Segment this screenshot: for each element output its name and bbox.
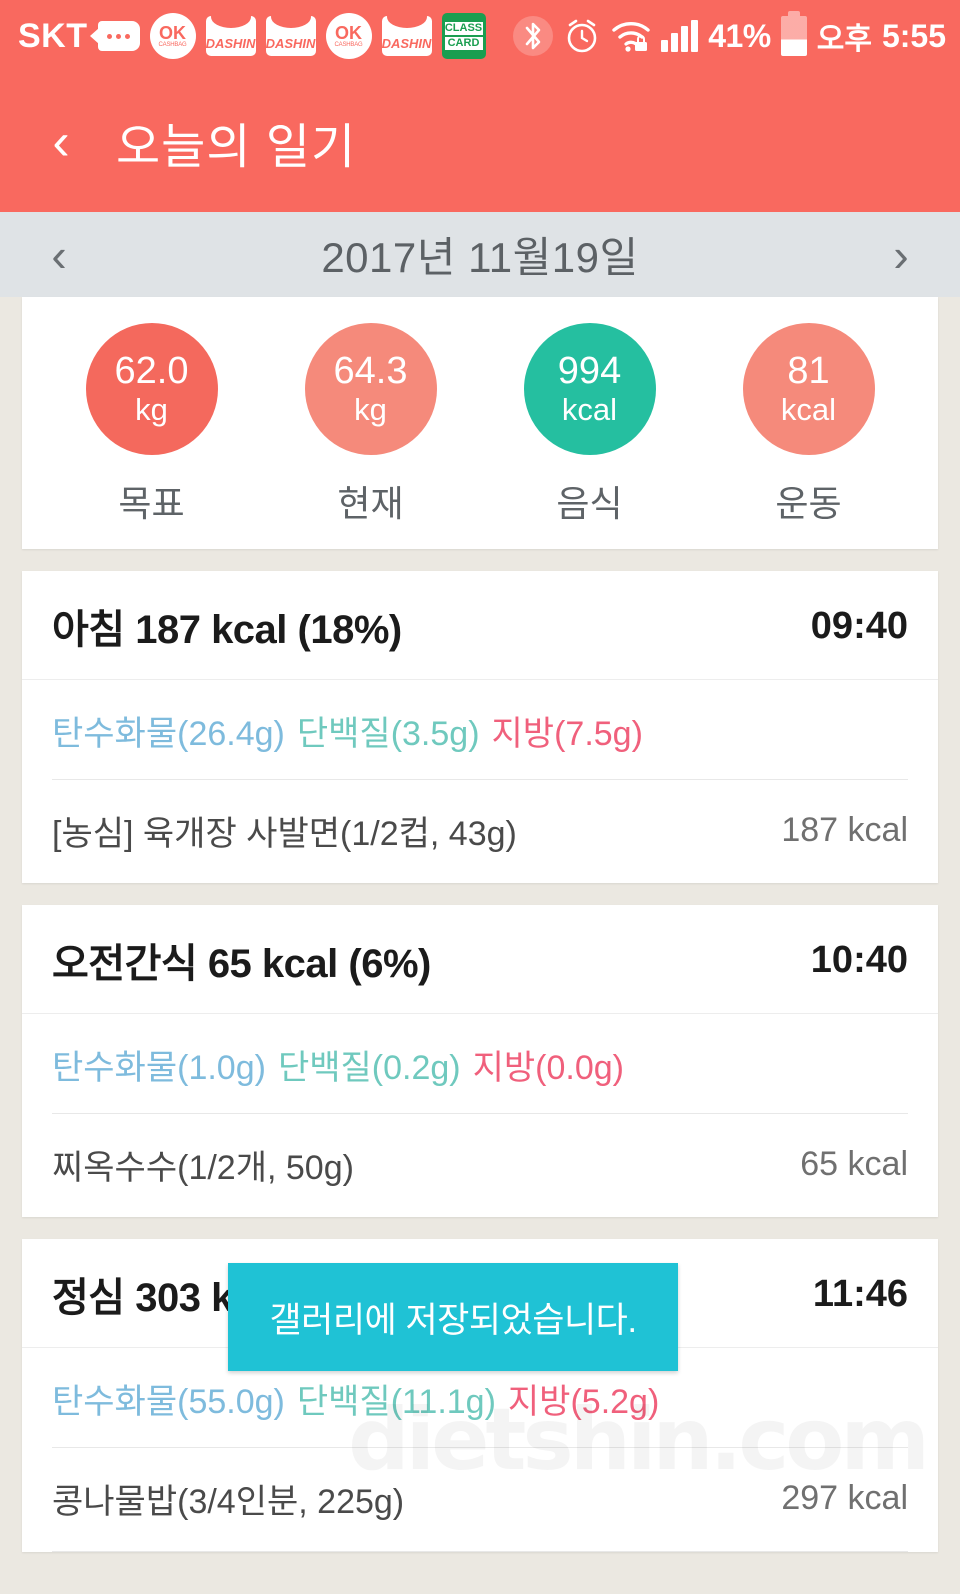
macro-carbohydrate: 탄수화물(55.0g) (52, 1383, 285, 1421)
goal-weight-bubble: 62.0 kg (85, 323, 218, 455)
food-item-name: [농심] 육개장 사발면(1/2컵, 43g) (52, 815, 517, 853)
food-item-name: 찌옥수수(1/2개, 50g) (52, 1149, 354, 1187)
goal-weight-label: 목표 (118, 483, 185, 524)
ok-cashbag-icon-small: CASHBAG (334, 42, 363, 48)
cellular-signal-icon (661, 20, 699, 52)
exercise-calories-unit: kcal (780, 391, 837, 427)
macro-summary: 탄수화물(26.4g) 단백질(3.5g) 지방(7.5g) (22, 680, 938, 779)
clock-ampm-label: 오후 (816, 23, 872, 56)
macro-protein: 단백질(3.5g) (296, 715, 480, 753)
message-icon (97, 21, 140, 51)
meal-card[interactable]: 오전간식 65 kcal (6%) 10:40 탄수화물(1.0g) 단백질(0.… (22, 905, 938, 1217)
macro-protein: 단백질(0.2g) (277, 1049, 461, 1087)
date-navigation-bar: ‹ 2017년 11월19일 › (0, 212, 960, 297)
class-card-line2: CARD (444, 37, 483, 50)
carrier-label: SKT (18, 17, 88, 55)
back-button[interactable]: ‹ (26, 116, 96, 168)
alarm-clock-icon (563, 17, 601, 55)
dashin-icon: DASHIN (205, 16, 256, 56)
summary-stat-goal-weight[interactable]: 62.0 kg 목표 (57, 323, 247, 527)
macro-carbohydrate: 탄수화물(26.4g) (52, 715, 285, 753)
current-date-label[interactable]: 2017년 11월19일 (321, 224, 638, 285)
dashin-icon: DASHIN (381, 16, 432, 56)
ok-cashbag-icon-small: CASHBAG (158, 42, 187, 48)
class-card-line1: CLASS (444, 22, 483, 35)
macro-protein: 단백질(11.1g) (296, 1383, 496, 1421)
meal-time: 11:46 (812, 1272, 908, 1315)
macro-summary: 탄수화물(1.0g) 단백질(0.2g) 지방(0.0g) (22, 1014, 938, 1113)
food-calories-value: 994 (557, 350, 622, 393)
meal-card[interactable]: 아침 187 kcal (18%) 09:40 탄수화물(26.4g) 단백질(3… (22, 571, 938, 883)
meal-title: 아침 187 kcal (18%) (52, 608, 402, 652)
bluetooth-icon (513, 16, 554, 56)
toast-notification: 갤러리에 저장되었습니다. (228, 1263, 678, 1371)
status-bar: SKT OK CASHBAG DASHIN DASHIN OK CASHBAG … (0, 0, 960, 72)
previous-day-button[interactable]: ‹ (34, 232, 84, 278)
toast-message: 갤러리에 저장되었습니다. (269, 1300, 637, 1340)
food-item-row[interactable]: 콩나물밥(3/4인분, 225g) 297 kcal (22, 1448, 938, 1551)
food-item-name: 콩나물밥(3/4인분, 225g) (52, 1483, 405, 1521)
app-bar: ‹ 오늘의 일기 (0, 72, 960, 212)
food-calories-unit: kcal (561, 391, 618, 427)
food-item-calories: 65 kcal (800, 1145, 908, 1183)
exercise-calories-label: 운동 (775, 483, 842, 524)
current-weight-bubble: 64.3 kg (304, 323, 437, 455)
food-calories-bubble: 994 kcal (523, 323, 656, 455)
meal-header[interactable]: 아침 187 kcal (18%) 09:40 (22, 571, 938, 680)
summary-stat-current-weight[interactable]: 64.3 kg 현재 (276, 323, 466, 527)
ok-cashbag-icon-big: OK (335, 23, 362, 43)
food-item-row[interactable]: [농심] 육개장 사발면(1/2컵, 43g) 187 kcal (22, 780, 938, 883)
food-item-calories: 297 kcal (781, 1479, 908, 1517)
macro-carbohydrate: 탄수화물(1.0g) (52, 1049, 266, 1087)
food-calories-label: 음식 (556, 483, 623, 524)
macro-fat: 지방(7.5g) (491, 715, 643, 753)
exercise-calories-bubble: 81 kcal (742, 323, 875, 455)
summary-stat-exercise-calories[interactable]: 81 kcal 운동 (714, 323, 904, 527)
ok-cashbag-icon-big: OK (159, 23, 186, 43)
meal-header[interactable]: 오전간식 65 kcal (6%) 10:40 (22, 905, 938, 1014)
macro-fat: 지방(5.2g) (507, 1383, 660, 1421)
battery-icon (780, 16, 807, 56)
current-weight-value: 64.3 (333, 350, 408, 393)
ok-cashbag-icon: OK CASHBAG (325, 13, 372, 59)
meal-time: 09:40 (810, 604, 908, 647)
battery-percent-label: 41% (708, 17, 771, 54)
summary-stat-food-calories[interactable]: 994 kcal 음식 (495, 323, 685, 527)
current-weight-unit: kg (354, 391, 387, 427)
meal-title: 오전간식 65 kcal (6%) (52, 942, 431, 986)
class-card-icon: CLASS CARD (441, 13, 486, 59)
food-item-row[interactable]: 찌옥수수(1/2개, 50g) 65 kcal (22, 1114, 938, 1217)
dashin-icon: DASHIN (265, 16, 316, 56)
daily-summary-card: 62.0 kg 목표 64.3 kg 현재 994 kcal 음식 81 kca… (22, 297, 938, 549)
meal-time: 10:40 (810, 938, 908, 981)
wifi-secured-icon (611, 19, 651, 53)
ok-cashbag-icon: OK CASHBAG (149, 13, 196, 59)
clock-time-label: 5:55 (881, 17, 946, 54)
goal-weight-value: 62.0 (114, 350, 189, 393)
exercise-calories-value: 81 (787, 350, 830, 393)
page-title: 오늘의 일기 (116, 121, 357, 174)
food-divider (52, 1551, 908, 1552)
current-weight-label: 현재 (337, 483, 404, 524)
next-day-button[interactable]: › (876, 232, 926, 278)
macro-fat: 지방(0.0g) (472, 1049, 625, 1087)
food-item-calories: 187 kcal (781, 811, 908, 849)
goal-weight-unit: kg (135, 391, 168, 427)
